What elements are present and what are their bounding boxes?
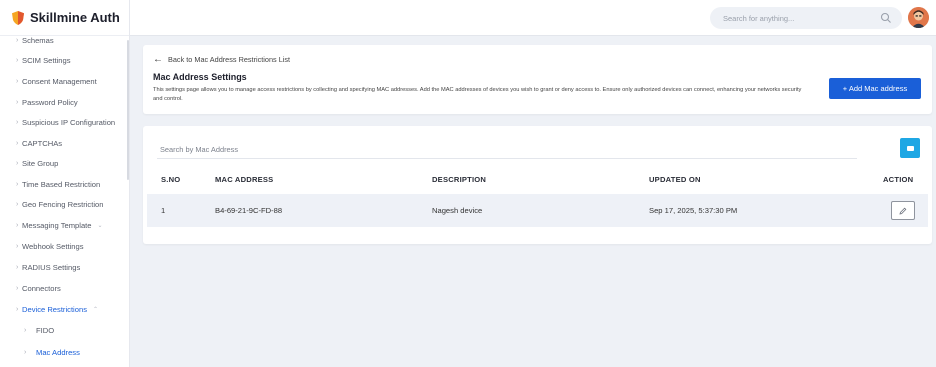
filter-button[interactable] [900,138,920,158]
page-description: This settings page allows you to manage … [153,87,802,102]
sidebar-scrollbar[interactable] [127,40,129,180]
back-link[interactable]: ← Back to Mac Address Restrictions List [153,54,290,65]
chevron-right-icon: › [16,139,19,147]
sidebar-item-label: Time Based Restriction [22,179,101,189]
sidebar-item-label: RADIUS Settings [22,262,81,272]
column-header-updated-on: UPDATED ON [649,175,701,184]
chevron-right-icon: › [16,242,19,250]
sidebar: Skillmine Auth › Schemas › SCIM Settings ›… [0,0,130,367]
sidebar-item-label: Webhook Settings [22,241,84,251]
edit-button[interactable] [891,201,915,220]
sidebar-item-label: Consent Management [22,76,97,86]
sidebar-item-password-policy[interactable]: › Password Policy [0,92,129,112]
sidebar-nav: › Schemas › SCIM Settings › Consent Managem… [0,36,129,367]
arrow-left-icon: ← [153,54,163,65]
chevron-right-icon: › [16,36,19,44]
column-header-mac-address: MAC ADDRESS [215,175,274,184]
sidebar-item-label: Schemas [22,36,54,45]
chevron-right-icon: › [24,326,27,334]
sidebar-item-label: Password Policy [22,97,78,107]
chevron-down-icon: ⌄ [97,222,103,229]
filter-icon [906,145,914,151]
user-avatar[interactable] [908,7,929,28]
chevron-up-icon: ⌃ [93,306,99,313]
sidebar-item-label: CAPTCHAs [22,138,63,148]
sidebar-item-label: Connectors [22,283,61,293]
chevron-right-icon: › [16,305,19,313]
cell-mac-address: B4-69-21-9C-FD-88 [215,206,283,215]
top-bar [130,0,936,36]
pencil-icon [899,207,907,215]
sidebar-item-mac-address[interactable]: › Mac Address [0,342,129,362]
sidebar-item-site-group[interactable]: › Site Group [0,153,129,173]
back-link-label: Back to Mac Address Restrictions List [168,55,291,64]
chevron-right-icon: › [16,221,19,229]
column-header-action: ACTION [883,175,914,184]
chevron-right-icon: › [16,200,19,208]
sidebar-item-label: FIDO [36,325,55,335]
chevron-right-icon: › [16,98,19,106]
sidebar-item-device-restrictions[interactable]: › Device Restrictions ⌃ [0,299,129,319]
sidebar-item-label: Messaging Template [22,220,92,230]
avatar-icon [908,7,929,28]
cell-updated-on: Sep 17, 2025, 5:37:30 PM [649,206,738,215]
sidebar-item-label: Site Group [22,158,59,168]
sidebar-item-scim-settings[interactable]: › SCIM Settings [0,50,129,70]
chevron-right-icon: › [16,56,19,64]
sidebar-item-messaging-template[interactable]: › Messaging Template ⌄ [0,215,129,235]
mac-address-table-card: S.NO MAC ADDRESS DESCRIPTION UPDATED ON … [143,126,932,244]
brand-name: Skillmine Auth [30,10,120,25]
sidebar-item-webhook-settings[interactable]: › Webhook Settings [0,236,129,256]
mac-address-settings-card: ← Back to Mac Address Restrictions List … [143,45,932,114]
sidebar-item-suspicious-ip[interactable]: › Suspicious IP Configuration [0,112,129,132]
sidebar-item-label: Suspicious IP Configuration [22,117,116,127]
column-header-description: DESCRIPTION [432,175,487,184]
mac-search-input[interactable] [157,140,857,159]
sidebar-item-label: Device Restrictions [22,304,87,314]
sidebar-item-radius-settings[interactable]: › RADIUS Settings [0,257,129,277]
global-search-input[interactable] [723,13,873,23]
sidebar-item-fido[interactable]: › FIDO [0,320,129,340]
sidebar-item-consent-management[interactable]: › Consent Management [0,71,129,91]
brand[interactable]: Skillmine Auth [0,0,129,36]
chevron-right-icon: › [16,159,19,167]
page-title: Mac Address Settings [153,72,247,82]
sidebar-item-label: Mac Address [36,347,80,357]
add-mac-address-button[interactable]: + Add Mac address [829,78,921,99]
chevron-right-icon: › [16,263,19,271]
chevron-right-icon: › [16,180,19,188]
sidebar-item-label: SCIM Settings [22,55,71,65]
chevron-right-icon: › [24,348,27,356]
column-header-sno: S.NO [161,175,181,184]
table-row: 1 B4-69-21-9C-FD-88 Nagesh device Sep 17… [147,194,928,227]
global-search [710,7,902,29]
search-icon[interactable] [880,12,892,24]
chevron-right-icon: › [16,77,19,85]
cell-description: Nagesh device [432,206,483,215]
sidebar-item-connectors[interactable]: › Connectors [0,278,129,298]
shield-logo-icon [12,10,24,25]
chevron-right-icon: › [16,118,19,126]
table-search [157,139,857,159]
cell-sno: 1 [161,206,166,215]
chevron-right-icon: › [16,284,19,292]
table-header: S.NO MAC ADDRESS DESCRIPTION UPDATED ON … [143,170,932,190]
sidebar-item-captchas[interactable]: › CAPTCHAs [0,133,129,153]
sidebar-item-geo-fencing[interactable]: › Geo Fencing Restriction [0,194,129,214]
sidebar-item-time-based-restriction[interactable]: › Time Based Restriction [0,174,129,194]
sidebar-item-schemas[interactable]: › Schemas [0,36,129,50]
sidebar-item-label: Geo Fencing Restriction [22,199,104,209]
